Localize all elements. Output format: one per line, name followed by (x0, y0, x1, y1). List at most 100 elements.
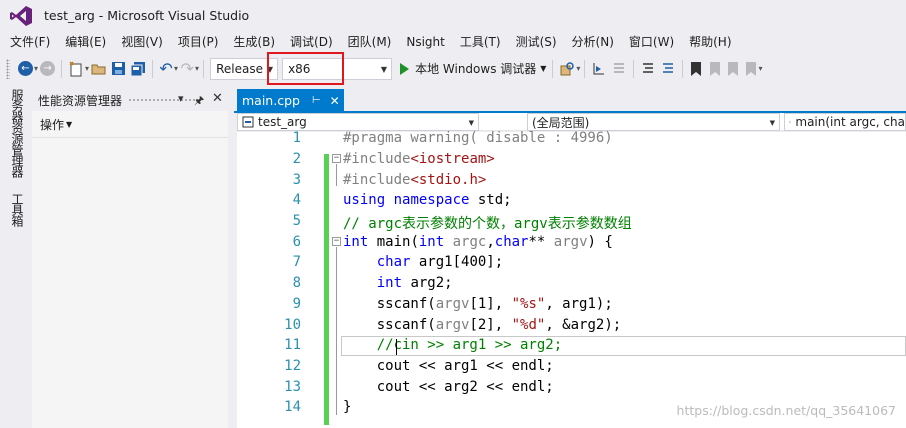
save-icon (112, 62, 126, 75)
open-file-button[interactable] (91, 58, 107, 80)
toggle-view-button[interactable] (611, 58, 627, 80)
line-number: 13 (284, 379, 301, 395)
menu-team[interactable]: 团队(M) (342, 32, 398, 52)
uncomment-lines-icon (663, 62, 674, 73)
open-folder-icon (91, 64, 106, 74)
tab-label: main.cpp (242, 93, 300, 108)
title-bar: test_arg - Microsoft Visual Studio (0, 0, 906, 32)
member-name: main(int argc, cha (795, 115, 905, 129)
chevron-down-icon: ▼ (380, 64, 388, 74)
step-into-button[interactable] (591, 58, 607, 80)
menu-help[interactable]: 帮助(H) (683, 32, 737, 52)
menu-build[interactable]: 生成(B) (227, 32, 281, 52)
left-tool-strip: 服务器资源管理器 工具箱 (0, 85, 26, 428)
chevron-down-icon[interactable]: ▾ (174, 64, 178, 73)
menu-test[interactable]: 测试(S) (510, 32, 563, 52)
close-icon[interactable]: ✕ (212, 91, 223, 106)
new-project-icon (69, 60, 82, 76)
scope-dropdown[interactable]: (全局范围) ▼ (527, 113, 780, 131)
redo-icon: ↷ (180, 59, 194, 78)
performance-explorer-panel: 性能资源管理器 ▾ 🖈︎ ✕ 操作 ▼ (32, 89, 228, 428)
code-line: cout << arg2 << endl; (343, 379, 554, 395)
panel-menu-icon[interactable]: ▾ (178, 92, 184, 105)
comment-button[interactable] (640, 58, 656, 80)
code-editor[interactable]: 1 2 3 4 5 6 7 8 9 10 11 12 13 14 − − #pr… (237, 130, 906, 428)
panel-drag-grip[interactable] (128, 98, 198, 102)
save-all-button[interactable] (130, 58, 146, 80)
start-debugging-button[interactable]: 本地 Windows 调试器 ▼ (400, 58, 546, 80)
chevron-down-icon[interactable]: ▾ (34, 64, 38, 73)
toolbar-overflow-icon[interactable]: ▾ (758, 64, 762, 73)
back-arrow-icon: ← (18, 61, 33, 76)
line-number: 10 (284, 317, 301, 333)
code-line: int main(int argc,char** argv) { (343, 234, 613, 250)
bookmark-prev-icon (710, 61, 721, 76)
menu-edit[interactable]: 编辑(E) (59, 32, 112, 52)
bookmark-next-icon (728, 61, 739, 76)
menu-analyze[interactable]: 分析(N) (566, 32, 620, 52)
project-dropdown[interactable]: test_arg ▼ (237, 113, 479, 131)
window-title: test_arg - Microsoft Visual Studio (44, 8, 250, 23)
chevron-down-icon[interactable]: ▾ (195, 64, 199, 73)
menu-window[interactable]: 窗口(W) (623, 32, 680, 52)
chevron-down-icon[interactable]: ▾ (576, 64, 580, 73)
line-number: 1 (292, 130, 301, 146)
fold-toggle-icon[interactable]: − (332, 237, 341, 246)
menu-debug[interactable]: 调试(D) (284, 32, 339, 52)
menu-nsight[interactable]: Nsight (400, 32, 451, 52)
line-number: 4 (292, 192, 301, 208)
toolbar-separator (152, 59, 154, 78)
save-all-icon (130, 61, 146, 76)
menu-bar: 文件(F) 编辑(E) 视图(V) 项目(P) 生成(B) 调试(D) 团队(M… (0, 32, 906, 52)
menu-tools[interactable]: 工具(T) (454, 32, 507, 52)
toolbox-tab[interactable]: 工具箱 (9, 193, 26, 226)
previous-bookmark-button[interactable] (707, 58, 721, 80)
line-number: 12 (284, 358, 301, 374)
tab-pin-icon[interactable]: ⊢ (312, 95, 321, 106)
chevron-down-icon: ▼ (468, 119, 474, 127)
actions-menu[interactable]: 操作 ▼ (32, 111, 228, 137)
save-button[interactable] (111, 58, 126, 80)
toolbar-grip[interactable] (6, 58, 10, 79)
uncomment-button[interactable] (660, 58, 676, 80)
navigate-forward-button[interactable]: → (40, 58, 56, 80)
bookmark-button[interactable] (689, 58, 703, 80)
redo-button[interactable]: ↷ (180, 58, 194, 80)
code-line: } (343, 399, 352, 415)
code-line: //cin >> arg1 >> arg2; (376, 337, 563, 353)
fold-toggle-icon[interactable]: − (332, 154, 341, 163)
pin-icon[interactable]: 🖈︎ (194, 92, 204, 111)
toolbar-separator (584, 59, 586, 78)
line-number: 8 (292, 275, 301, 291)
code-line: #pragma warning( disable : 4996) (343, 130, 613, 146)
server-explorer-tab[interactable]: 服务器资源管理器 (9, 89, 26, 177)
next-bookmark-button[interactable] (725, 58, 739, 80)
code-line: char arg1[400]; (376, 254, 504, 270)
chevron-down-icon: ▼ (540, 64, 547, 73)
tab-main-cpp[interactable]: main.cpp ⊢ ✕ (237, 89, 344, 112)
comment-lines-icon (643, 62, 654, 73)
clear-bookmarks-button[interactable] (743, 58, 757, 80)
fold-guide (336, 164, 337, 186)
project-icon (242, 116, 254, 128)
menu-project[interactable]: 项目(P) (172, 32, 225, 52)
menu-view[interactable]: 视图(V) (115, 32, 169, 52)
new-project-button[interactable] (68, 58, 84, 80)
standard-toolbar: ← ▾ → ▾ ↶ ▾ ↷ ▾ Release ▼ x86 ▼ 本地 Windo… (0, 53, 906, 84)
tab-close-icon[interactable]: ✕ (330, 94, 340, 108)
undo-button[interactable]: ↶ (159, 58, 173, 80)
toolbar-separator (633, 59, 635, 78)
chevron-down-icon[interactable]: ▾ (85, 64, 89, 73)
line-number: 2 (292, 151, 301, 167)
bookmark-icon (691, 61, 702, 76)
line-number: 9 (292, 296, 301, 312)
fold-guide (336, 247, 337, 415)
project-name: test_arg (258, 115, 307, 129)
find-in-files-button[interactable] (559, 58, 575, 80)
navigate-back-button[interactable]: ← (18, 58, 33, 80)
chevron-down-icon: ▼ (66, 119, 73, 129)
menu-file[interactable]: 文件(F) (4, 32, 56, 52)
change-indicator-bar (324, 154, 329, 425)
member-dropdown[interactable]: main(int argc, cha (784, 113, 906, 131)
release-highlight-box (267, 52, 344, 85)
